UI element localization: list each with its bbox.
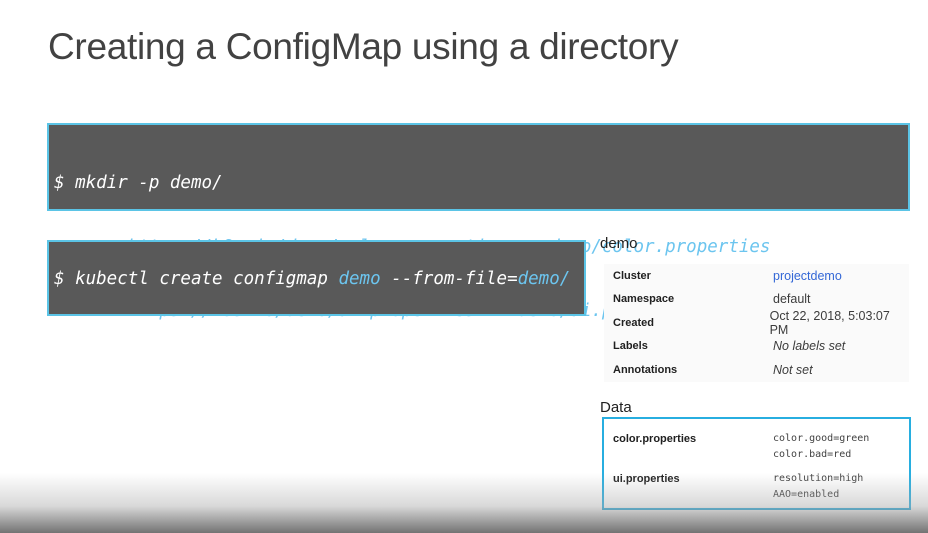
code-text: $ mkdir -p demo/ [54, 173, 223, 193]
data-value-line: color.good=green [773, 433, 870, 444]
code-text: $ kubectl create configmap [54, 269, 339, 289]
metadata-table: Cluster projectdemo Namespace default Cr… [604, 264, 909, 382]
metadata-row: Created Oct 22, 2018, 5:03:07 PM [604, 308, 909, 337]
metadata-key: Namespace [613, 293, 675, 306]
metadata-key: Labels [613, 340, 648, 353]
cluster-link[interactable]: projectdemo [773, 269, 842, 283]
data-value: color.good=green color.bad=red [773, 431, 869, 463]
metadata-row: Annotations Not set [604, 358, 909, 382]
data-section-title: Data [600, 399, 632, 416]
data-table: color.properties color.good=green color.… [602, 417, 911, 510]
metadata-value: Oct 22, 2018, 5:03:07 PM [769, 308, 890, 337]
slide-title: Creating a ConfigMap using a directory [48, 26, 679, 67]
configmap-name: demo [600, 235, 638, 252]
metadata-row: Labels No labels set [604, 335, 909, 359]
metadata-key: Created [613, 316, 654, 329]
metadata-value: default [773, 292, 811, 307]
metadata-key: Annotations [613, 363, 678, 376]
metadata-value: Not set [773, 362, 813, 377]
data-value-line: AAO=enabled [773, 489, 840, 500]
data-key: color.properties [613, 433, 697, 445]
data-value-line: resolution=high [773, 473, 864, 484]
code-highlight: demo/ [517, 269, 571, 289]
metadata-value: No labels set [773, 339, 846, 354]
metadata-row: Cluster projectdemo [604, 264, 909, 288]
data-key: ui.properties [613, 473, 680, 485]
code-block-kubectl: $ kubectl create configmap demo --from-f… [47, 240, 586, 316]
code-line: $ mkdir -p demo/ [54, 171, 908, 195]
metadata-row: Namespace default [604, 288, 909, 312]
data-value-line: color.bad=red [773, 449, 852, 460]
code-block-download: $ mkdir -p demo/ $ wget https://k8s.io/d… [47, 123, 910, 321]
metadata-key: Cluster [613, 269, 651, 282]
code-text: --from-file= [380, 269, 518, 289]
code-highlight: demo [338, 269, 381, 289]
data-value: resolution=high AAO=enabled [773, 471, 863, 503]
